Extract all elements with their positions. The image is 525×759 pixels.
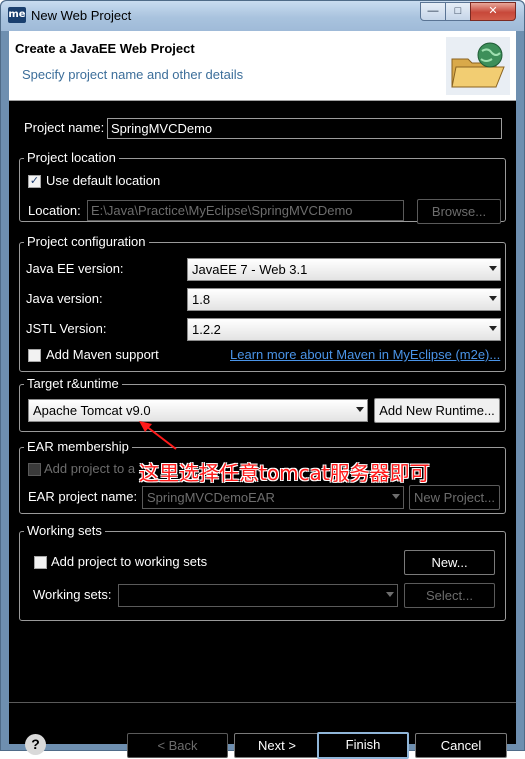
project-configuration-group: Project configuration Java EE version: J… xyxy=(19,234,506,372)
target-runtime-legend: Target r&untime xyxy=(24,376,122,391)
chevron-down-icon xyxy=(489,326,497,331)
javaee-version-value: JavaEE 7 - Web 3.1 xyxy=(192,262,308,277)
ear-project-name-select[interactable]: SpringMVCDemoEAR xyxy=(142,486,404,509)
target-runtime-select[interactable]: Apache Tomcat v9.0 xyxy=(28,399,368,422)
project-name-input[interactable]: SpringMVCDemo xyxy=(107,118,502,139)
project-configuration-legend: Project configuration xyxy=(24,234,149,249)
chevron-down-icon xyxy=(489,266,497,271)
select-working-sets-button[interactable]: Select... xyxy=(404,583,495,608)
help-icon[interactable]: ? xyxy=(25,734,46,755)
java-version-label: Java version: xyxy=(26,291,103,306)
add-new-runtime-button[interactable]: Add New Runtime... xyxy=(374,398,500,423)
use-default-location-checkbox[interactable]: ✓ xyxy=(28,175,41,188)
back-button[interactable]: < Back xyxy=(127,733,228,758)
title-bar[interactable]: me New Web Project — □ ✕ xyxy=(1,1,524,31)
javaee-version-select[interactable]: JavaEE 7 - Web 3.1 xyxy=(187,258,501,281)
working-sets-label: Working sets: xyxy=(33,587,112,602)
add-to-ear-label: Add project to a xyxy=(44,461,136,476)
cancel-button[interactable]: Cancel xyxy=(415,733,507,758)
new-working-set-button[interactable]: New... xyxy=(404,550,495,575)
annotation-arrow xyxy=(139,421,177,450)
next-button[interactable]: Next > xyxy=(234,733,320,758)
chevron-down-icon xyxy=(489,296,497,301)
dialog-client: Create a JavaEE Web Project Specify proj… xyxy=(9,31,516,759)
footer-divider xyxy=(9,702,516,703)
javaee-version-label: Java EE version: xyxy=(26,261,124,276)
page-title: Create a JavaEE Web Project xyxy=(15,41,195,56)
add-to-working-sets-label: Add project to working sets xyxy=(51,554,208,569)
jstl-version-value: 1.2.2 xyxy=(192,322,221,337)
page-subtitle: Specify project name and other details xyxy=(22,67,244,82)
working-sets-group: Working sets Add project to working sets… xyxy=(19,523,506,621)
new-project-button[interactable]: New Project... xyxy=(409,485,500,510)
annotation-text: 这里选择任意tomcat服务器即可 xyxy=(139,461,430,485)
close-button[interactable]: ✕ xyxy=(470,2,516,21)
wizard-body: Project name: SpringMVCDemo Project loca… xyxy=(9,102,516,759)
working-sets-select[interactable] xyxy=(118,584,398,607)
location-label: Location: xyxy=(28,203,81,218)
app-icon: me xyxy=(8,7,26,23)
minimize-button[interactable]: — xyxy=(420,2,446,21)
learn-maven-link[interactable]: Learn more about Maven in MyEclipse (m2e… xyxy=(230,347,500,362)
dialog-window: me New Web Project — □ ✕ Create a JavaEE… xyxy=(0,0,525,759)
chevron-down-icon xyxy=(392,494,400,499)
chevron-down-icon xyxy=(386,592,394,597)
add-to-working-sets-checkbox[interactable] xyxy=(34,556,47,569)
location-input[interactable]: E:\Java\Practice\MyEclipse\SpringMVCDemo xyxy=(87,200,404,221)
java-version-select[interactable]: 1.8 xyxy=(187,288,501,311)
maximize-button[interactable]: □ xyxy=(445,2,471,21)
project-name-label: Project name: xyxy=(24,120,105,135)
ear-project-name-label: EAR project name: xyxy=(28,489,138,504)
java-version-value: 1.8 xyxy=(192,292,211,307)
ear-membership-legend: EAR membership xyxy=(24,439,132,454)
chevron-down-icon xyxy=(356,407,364,412)
add-maven-label: Add Maven support xyxy=(46,347,159,362)
project-location-group: Project location ✓ Use default location … xyxy=(19,150,506,224)
add-to-ear-checkbox[interactable] xyxy=(28,463,41,476)
add-maven-checkbox[interactable] xyxy=(28,349,41,362)
jstl-version-label: JSTL Version: xyxy=(26,321,107,336)
finish-button[interactable]: Finish xyxy=(317,732,409,759)
wizard-header: Create a JavaEE Web Project Specify proj… xyxy=(9,31,516,101)
browse-button[interactable]: Browse... xyxy=(417,199,501,224)
use-default-location-label: Use default location xyxy=(46,173,161,188)
folder-globe-icon xyxy=(446,37,510,95)
project-location-legend: Project location xyxy=(24,150,119,165)
window-title: New Web Project xyxy=(31,8,132,23)
jstl-version-select[interactable]: 1.2.2 xyxy=(187,318,501,341)
target-runtime-group: Target r&untime Apache Tomcat v9.0 Add N… xyxy=(19,376,506,432)
working-sets-legend: Working sets xyxy=(24,523,105,538)
ear-project-name-value: SpringMVCDemoEAR xyxy=(147,490,275,505)
target-runtime-value: Apache Tomcat v9.0 xyxy=(33,403,151,418)
